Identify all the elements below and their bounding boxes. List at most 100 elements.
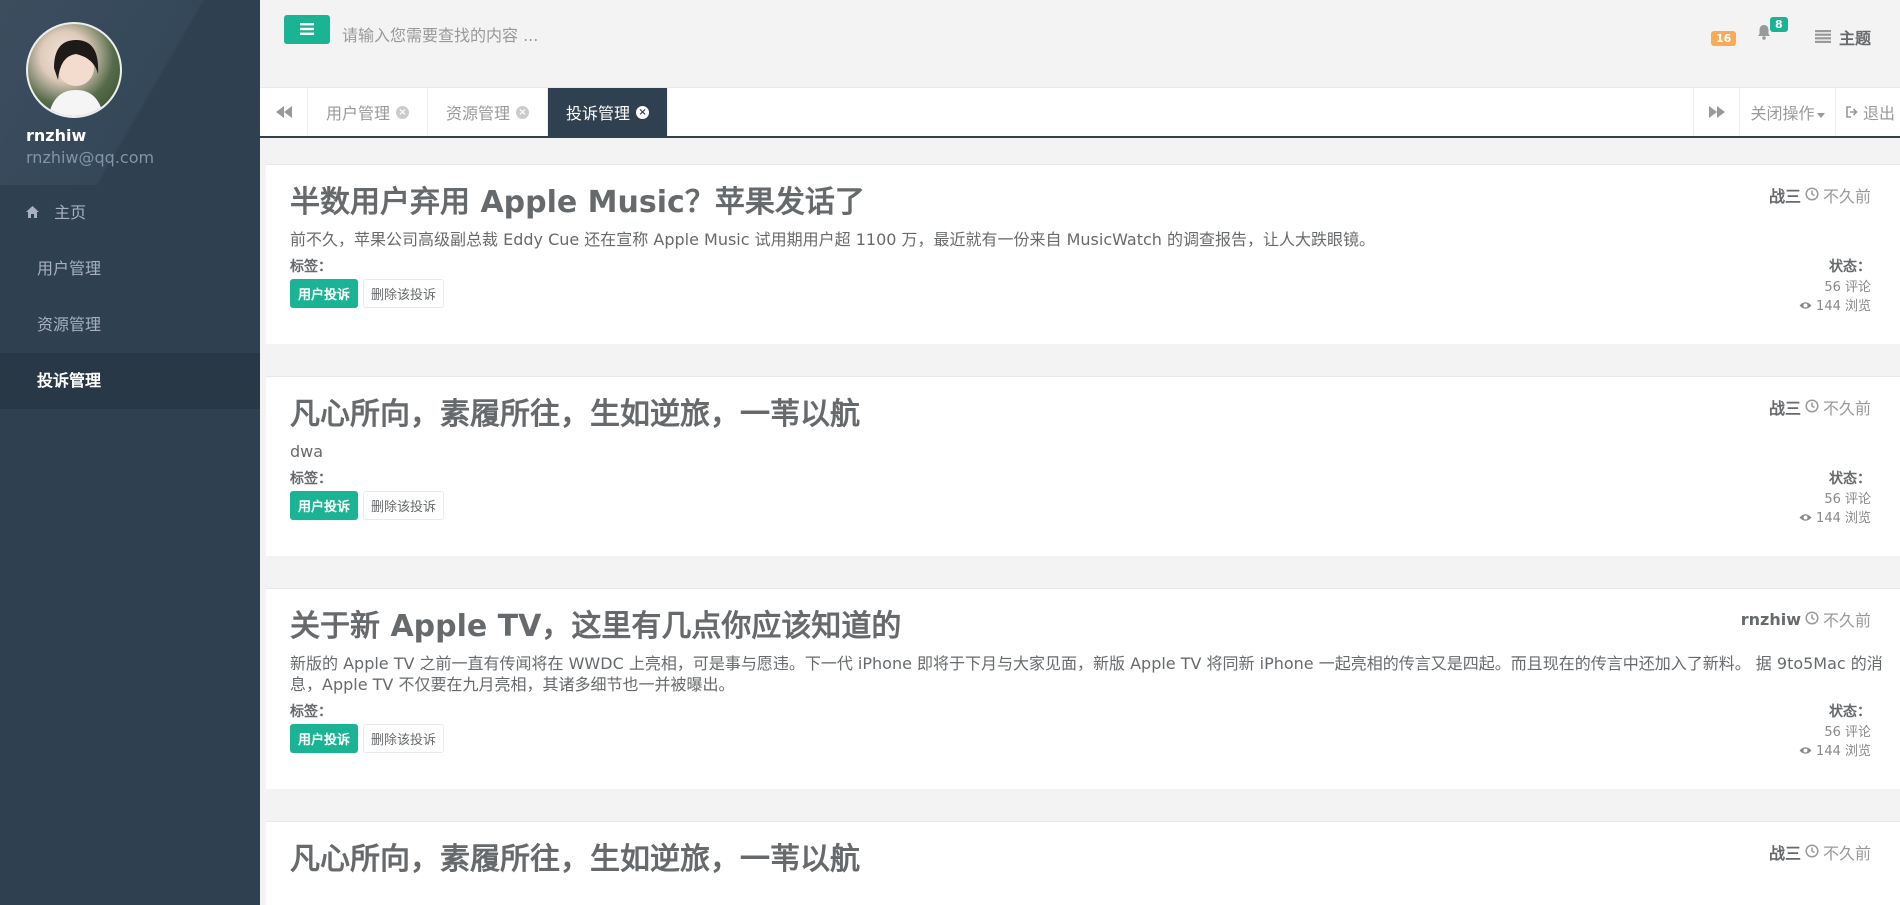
- card-description: 前不久，苹果公司高级副总裁 Eddy Cue 还在宣称 Apple Music …: [290, 230, 1376, 249]
- card-title[interactable]: 关于新 Apple TV，这里有几点你应该知道的: [290, 609, 1871, 645]
- tags-section: 标签： 用户投诉 删除该投诉: [290, 701, 445, 753]
- card-title[interactable]: 半数用户弃用 Apple Music？苹果发话了: [290, 185, 1871, 221]
- bars-icon: [300, 20, 314, 39]
- close-icon[interactable]: ×: [636, 105, 650, 119]
- tags-label: 标签：: [290, 704, 332, 720]
- author-name: 战三: [1768, 187, 1801, 206]
- theme-button[interactable]: 主题: [1815, 25, 1871, 49]
- tags-section: 标签： 用户投诉 删除该投诉: [290, 256, 445, 308]
- card-meta: 战三 不久前: [1769, 840, 1871, 864]
- profile-header: rnzhiw rnzhiw@qq.com: [0, 0, 260, 185]
- status-label: 状态：: [1829, 704, 1871, 720]
- status-label: 状态：: [1829, 259, 1871, 275]
- close-operations-dropdown[interactable]: 关闭操作: [1739, 88, 1835, 136]
- forward-icon: [1708, 103, 1725, 122]
- tabs-bar: 用户管理 × 资源管理 × 投诉管理 × 关闭操作 退出: [260, 88, 1900, 138]
- sidebar-item-user-management[interactable]: 用户管理: [0, 241, 260, 297]
- sidebar: rnzhiw rnzhiw@qq.com 主页 用户管理 资源管理 投诉管理: [0, 0, 260, 905]
- backward-icon: [275, 103, 292, 122]
- avatar[interactable]: [26, 22, 122, 118]
- logout-label: 退出: [1863, 104, 1896, 123]
- comment-count: 56 评论: [1824, 280, 1871, 295]
- page-tabs: 用户管理 × 资源管理 × 投诉管理 ×: [308, 88, 669, 136]
- profile-name[interactable]: rnzhiw: [26, 126, 260, 145]
- author-name: rnzhiw: [1740, 609, 1801, 629]
- card-footer: 标签： 用户投诉 删除该投诉 状态： 56 评论 144 浏览: [290, 256, 1871, 314]
- delete-complaint-button[interactable]: 删除该投诉: [363, 279, 445, 308]
- logout-button[interactable]: 退出: [1835, 88, 1900, 136]
- post-time: 不久前: [1822, 187, 1871, 206]
- card-description: dwa: [290, 442, 324, 461]
- card-title[interactable]: 凡心所向，素履所往，生如逆旅，一苇以航: [290, 842, 1871, 878]
- card-footer: 标签： 用户投诉 删除该投诉 状态： 56 评论 144 浏览: [290, 468, 1871, 526]
- warning-badge[interactable]: 16: [1711, 31, 1737, 46]
- user-complaint-tag-button[interactable]: 用户投诉: [290, 491, 359, 520]
- card-title[interactable]: 凡心所向，素履所往，生如逆旅，一苇以航: [290, 397, 1871, 433]
- tab-scroll-left-button[interactable]: [260, 88, 308, 136]
- eye-icon: [1799, 299, 1816, 314]
- sidebar-item-label: 用户管理: [37, 259, 102, 278]
- view-count: 144 浏览: [1816, 511, 1871, 526]
- card-meta: 战三 不久前: [1769, 395, 1871, 419]
- view-count-row: 144 浏览: [1799, 299, 1871, 314]
- clock-icon: [1805, 843, 1819, 862]
- view-count-row: 144 浏览: [1799, 744, 1871, 759]
- profile-email: rnzhiw@qq.com: [26, 148, 155, 167]
- author-name: 战三: [1768, 844, 1801, 863]
- complaint-card: 战三 不久前 半数用户弃用 Apple Music？苹果发话了 前不久，苹果公司…: [266, 164, 1900, 344]
- view-count: 144 浏览: [1816, 744, 1871, 759]
- eye-icon: [1799, 744, 1816, 759]
- clock-icon: [1805, 610, 1819, 629]
- tags-section: 标签： 用户投诉 删除该投诉: [290, 468, 445, 520]
- notification-badge[interactable]: 8: [1770, 17, 1788, 32]
- sidebar-item-label: 主页: [54, 203, 87, 222]
- tab-complaint-management[interactable]: 投诉管理 ×: [548, 88, 669, 136]
- status-label: 状态：: [1829, 471, 1871, 487]
- sidebar-item-home[interactable]: 主页: [0, 185, 260, 241]
- theme-label: 主题: [1839, 29, 1872, 48]
- author-name: 战三: [1768, 399, 1801, 418]
- comment-count: 56 评论: [1824, 725, 1871, 740]
- view-count-row: 144 浏览: [1799, 511, 1871, 526]
- user-complaint-tag-button[interactable]: 用户投诉: [290, 724, 359, 753]
- card-description: 新版的 Apple TV 之前一直有传闻将在 WWDC 上亮相，可是事与愿违。下…: [290, 654, 1883, 694]
- tab-label: 投诉管理: [566, 104, 631, 123]
- status-section: 状态： 56 评论 144 浏览: [1799, 256, 1871, 314]
- menu-toggle-button[interactable]: [284, 15, 330, 44]
- status-section: 状态： 56 评论 144 浏览: [1799, 701, 1871, 759]
- complaint-card: 战三 不久前 凡心所向，素履所往，生如逆旅，一苇以航: [266, 821, 1900, 905]
- delete-complaint-button[interactable]: 删除该投诉: [363, 724, 445, 753]
- sign-out-icon: [1846, 103, 1859, 122]
- caret-down-icon: [1816, 103, 1825, 122]
- post-time: 不久前: [1822, 844, 1871, 863]
- close-icon[interactable]: ×: [516, 105, 530, 119]
- tags-label: 标签：: [290, 259, 332, 275]
- comment-count: 56 评论: [1824, 492, 1871, 507]
- theme-list-icon: [1815, 28, 1831, 47]
- close-icon[interactable]: ×: [396, 105, 410, 119]
- complaint-list: 战三 不久前 半数用户弃用 Apple Music？苹果发话了 前不久，苹果公司…: [260, 138, 1900, 905]
- eye-icon: [1799, 511, 1816, 526]
- status-section: 状态： 56 评论 144 浏览: [1799, 468, 1871, 526]
- sidebar-item-resource-management[interactable]: 资源管理: [0, 297, 260, 353]
- complaint-card: 战三 不久前 凡心所向，素履所往，生如逆旅，一苇以航 dwa 标签： 用户投诉 …: [266, 376, 1900, 556]
- top-navbar: 16 8 主题: [260, 0, 1900, 88]
- tab-user-management[interactable]: 用户管理 ×: [308, 88, 429, 136]
- tab-scroll-right-button[interactable]: [1693, 88, 1739, 136]
- card-meta: rnzhiw 不久前: [1741, 607, 1871, 631]
- sidebar-item-complaint-management[interactable]: 投诉管理: [0, 353, 260, 409]
- card-footer: 标签： 用户投诉 删除该投诉 状态： 56 评论 144 浏览: [290, 701, 1871, 759]
- view-count: 144 浏览: [1816, 299, 1871, 314]
- search-input[interactable]: [342, 20, 742, 50]
- post-time: 不久前: [1822, 399, 1871, 418]
- tab-resource-management[interactable]: 资源管理 ×: [428, 88, 549, 136]
- delete-complaint-button[interactable]: 删除该投诉: [363, 491, 445, 520]
- sidebar-item-label: 资源管理: [37, 315, 102, 334]
- clock-icon: [1805, 398, 1819, 417]
- tags-label: 标签：: [290, 471, 332, 487]
- tab-label: 用户管理: [326, 104, 391, 123]
- tab-label: 资源管理: [446, 104, 511, 123]
- user-complaint-tag-button[interactable]: 用户投诉: [290, 279, 359, 308]
- complaint-card: rnzhiw 不久前 关于新 Apple TV，这里有几点你应该知道的 新版的 …: [266, 588, 1900, 789]
- close-ops-label: 关闭操作: [1750, 104, 1815, 123]
